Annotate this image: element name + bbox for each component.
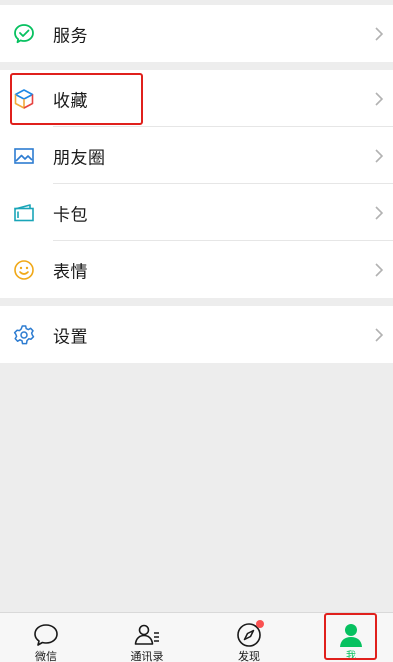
- tab-label: 发现: [238, 650, 260, 662]
- menu-item-favorites[interactable]: 收藏: [0, 70, 393, 127]
- menu-item-label: 服务: [53, 26, 88, 46]
- menu-item-stickers[interactable]: 表情: [0, 241, 393, 298]
- tab-contacts[interactable]: 通讯录: [117, 613, 177, 662]
- chevron-right-icon: [375, 262, 384, 277]
- menu-item-label: 表情: [53, 262, 88, 282]
- contacts-icon: [133, 621, 161, 649]
- services-group: 服务: [0, 5, 393, 62]
- tab-label: 微信: [35, 650, 57, 662]
- image-icon: [12, 144, 36, 168]
- gear-icon: [12, 323, 36, 347]
- tab-chats[interactable]: 微信: [16, 613, 76, 662]
- menu-item-service[interactable]: 服务: [0, 5, 393, 62]
- menu-item-label: 卡包: [53, 205, 88, 225]
- chevron-right-icon: [375, 26, 384, 41]
- menu-item-settings[interactable]: 设置: [0, 306, 393, 363]
- menu-item-moments[interactable]: 朋友圈: [0, 127, 393, 184]
- menu-item-label: 设置: [53, 327, 88, 347]
- menu-item-label: 收藏: [53, 91, 88, 111]
- person-icon: [337, 621, 365, 649]
- compass-icon: [235, 620, 264, 649]
- menu-item-label: 朋友圈: [53, 148, 106, 168]
- chat-bubble-icon: [32, 621, 60, 649]
- cube-icon: [12, 87, 36, 111]
- tab-label: 我: [346, 651, 356, 662]
- menu-item-cards[interactable]: 卡包: [0, 184, 393, 241]
- notification-dot: [256, 620, 264, 628]
- card-icon: [12, 201, 36, 225]
- features-group: 收藏 朋友圈 卡包 表情: [0, 70, 393, 298]
- chevron-right-icon: [375, 148, 384, 163]
- chevron-right-icon: [375, 327, 384, 342]
- tab-discover[interactable]: 发现: [219, 613, 279, 662]
- chevron-right-icon: [375, 91, 384, 106]
- tab-me[interactable]: 我: [321, 613, 381, 662]
- wechat-pay-icon: [12, 22, 36, 46]
- bottom-tab-bar: 微信 通讯录 发现 我: [0, 612, 393, 662]
- chevron-right-icon: [375, 205, 384, 220]
- settings-group: 设置: [0, 306, 393, 363]
- me-screen: 服务 收藏 朋友圈 卡包 表情 设置 微信 通讯录 发现 我: [0, 0, 393, 662]
- smiley-icon: [12, 258, 36, 282]
- tab-label: 通讯录: [130, 650, 164, 662]
